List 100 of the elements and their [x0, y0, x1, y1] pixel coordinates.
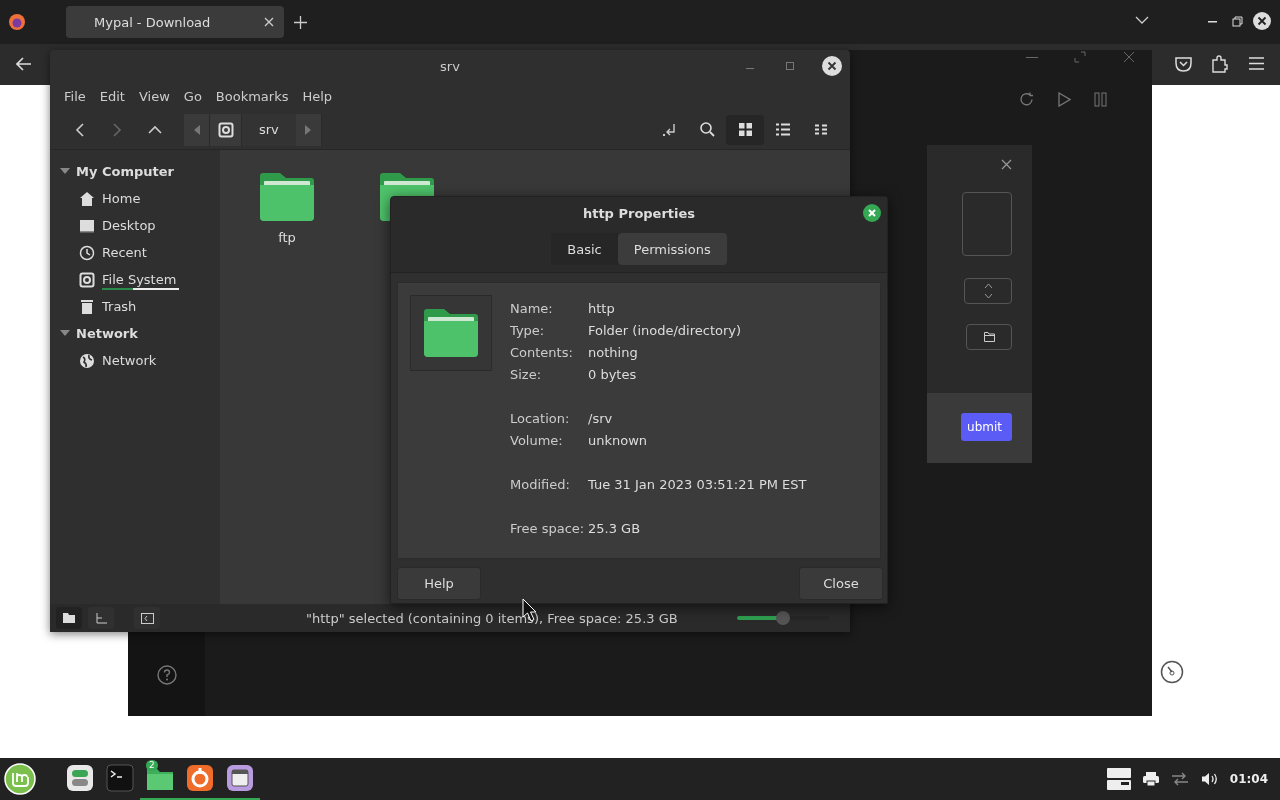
sidebar-item[interactable]: Trash [50, 293, 220, 320]
item-label: Trash [102, 299, 137, 314]
submit-button[interactable]: ubmit [961, 413, 1012, 441]
tree-icon [95, 612, 107, 624]
monitor-icon [79, 217, 95, 234]
volume-icon[interactable] [1200, 772, 1218, 786]
expander-icon [60, 168, 70, 175]
path-forward-button[interactable] [295, 113, 322, 146]
minimize-icon[interactable] [1208, 21, 1217, 23]
window-count: 2 [146, 760, 158, 771]
chevron-left-icon [74, 122, 84, 137]
menu-logo-icon[interactable] [4, 763, 36, 795]
home-icon [79, 190, 95, 207]
pause-icon[interactable] [1094, 92, 1107, 107]
menu-icon[interactable] [1249, 57, 1264, 70]
back-arrow-icon[interactable] [16, 57, 32, 71]
close-icon[interactable] [822, 56, 842, 76]
menu-item[interactable]: Help [297, 88, 338, 104]
list-icon [776, 123, 790, 136]
toggle-switches-icon[interactable] [66, 764, 94, 792]
panel-icon [140, 612, 154, 624]
terminal-icon[interactable] [106, 764, 134, 792]
slider-thumb[interactable] [776, 611, 790, 625]
drive-icon [79, 271, 95, 288]
folder-icon [63, 613, 75, 623]
folder-tile[interactable]: ftp [252, 172, 322, 245]
property-value: unknown [588, 432, 649, 448]
plus-icon[interactable] [294, 15, 307, 29]
item-label: Recent [102, 245, 147, 260]
property-label: Volume: [510, 432, 564, 448]
property-label: Type: [510, 322, 546, 338]
globe-icon [79, 352, 95, 369]
section-title: Network [76, 326, 138, 341]
sidebar-item[interactable]: File System [50, 266, 220, 293]
sidebar-item[interactable]: Home [50, 185, 220, 212]
dialog-title: http Properties [582, 206, 696, 221]
status-text: "http" selected (containing 0 items), Free space: 25.3 GB [306, 610, 678, 626]
minimize-icon[interactable] [1026, 57, 1038, 59]
menu-item[interactable]: Edit [94, 88, 130, 104]
folder-icon [983, 332, 995, 342]
icon-frame[interactable] [410, 295, 492, 371]
refresh-icon[interactable] [1019, 92, 1034, 107]
restore-icon[interactable] [1232, 16, 1243, 27]
places-button[interactable] [56, 607, 82, 629]
path-root-button[interactable] [210, 113, 242, 146]
network-disconnected-icon[interactable] [1170, 772, 1189, 786]
return-arrow-icon [662, 122, 676, 137]
item-label: Desktop [102, 218, 156, 233]
chevron-right-icon [112, 122, 122, 137]
icon-view-button[interactable] [726, 114, 764, 145]
sidebar-section-header[interactable]: Network [50, 320, 220, 347]
property-value: Folder (inode/directory) [588, 322, 743, 338]
menu-item[interactable]: File [59, 88, 91, 104]
folder-icon [258, 172, 316, 222]
property-value: /srv [588, 410, 614, 426]
gauge-icon[interactable] [1160, 660, 1184, 684]
menu-item[interactable]: Go [178, 88, 207, 104]
sidebar-section-header[interactable]: My Computer [50, 158, 220, 185]
dialog-button[interactable]: Close [799, 567, 883, 600]
browser-icon[interactable] [186, 764, 214, 792]
folder-icon [422, 308, 480, 358]
search-icon [699, 122, 715, 137]
item-label: Home [102, 191, 141, 206]
property-value: http [588, 300, 616, 316]
tree-button[interactable] [88, 607, 114, 629]
sidebar-toggle-button[interactable] [134, 607, 160, 629]
dialog-button[interactable]: Help [397, 567, 481, 600]
maximize-icon[interactable] [786, 62, 794, 70]
sidebar-item[interactable]: Network [50, 347, 220, 374]
clock[interactable]: 01:04 [1229, 772, 1268, 786]
browser-tab[interactable]: Mypal - Download [66, 6, 284, 38]
property-label: Free space: [510, 520, 586, 536]
chevron-down-icon[interactable] [1135, 16, 1149, 25]
menu-item[interactable]: View [133, 88, 175, 104]
sidebar-item[interactable]: Desktop [50, 212, 220, 239]
browse-button[interactable] [966, 324, 1012, 350]
close-icon[interactable] [1253, 12, 1271, 30]
section-title: My Computer [76, 164, 174, 179]
chevron-down-icon[interactable] [983, 293, 993, 299]
chevron-up-icon[interactable] [983, 283, 993, 289]
menu-item[interactable]: Bookmarks [210, 88, 294, 104]
property-value: 25.3 GB [588, 520, 642, 536]
property-value: Tue 31 Jan 2023 03:51:21 PM EST [588, 476, 807, 492]
workspace-icon[interactable] [1106, 768, 1131, 790]
tab[interactable]: Permissions [617, 233, 727, 265]
path-segment[interactable]: srv [242, 122, 296, 137]
browser-logo-icon[interactable] [8, 13, 26, 31]
help-icon[interactable] [157, 665, 177, 685]
close-icon[interactable] [863, 204, 881, 222]
grid-icon [738, 123, 752, 136]
property-label: Modified: [510, 476, 571, 492]
puzzle-icon[interactable] [1212, 55, 1228, 73]
caret-right-icon [305, 124, 312, 135]
sidebar-item[interactable]: Recent [50, 239, 220, 266]
window-icon[interactable] [226, 764, 254, 792]
play-icon[interactable] [1058, 92, 1071, 107]
drive-icon [217, 121, 234, 138]
property-label: Location: [510, 410, 571, 426]
printer-icon[interactable] [1142, 772, 1159, 786]
pocket-icon[interactable] [1175, 56, 1192, 72]
